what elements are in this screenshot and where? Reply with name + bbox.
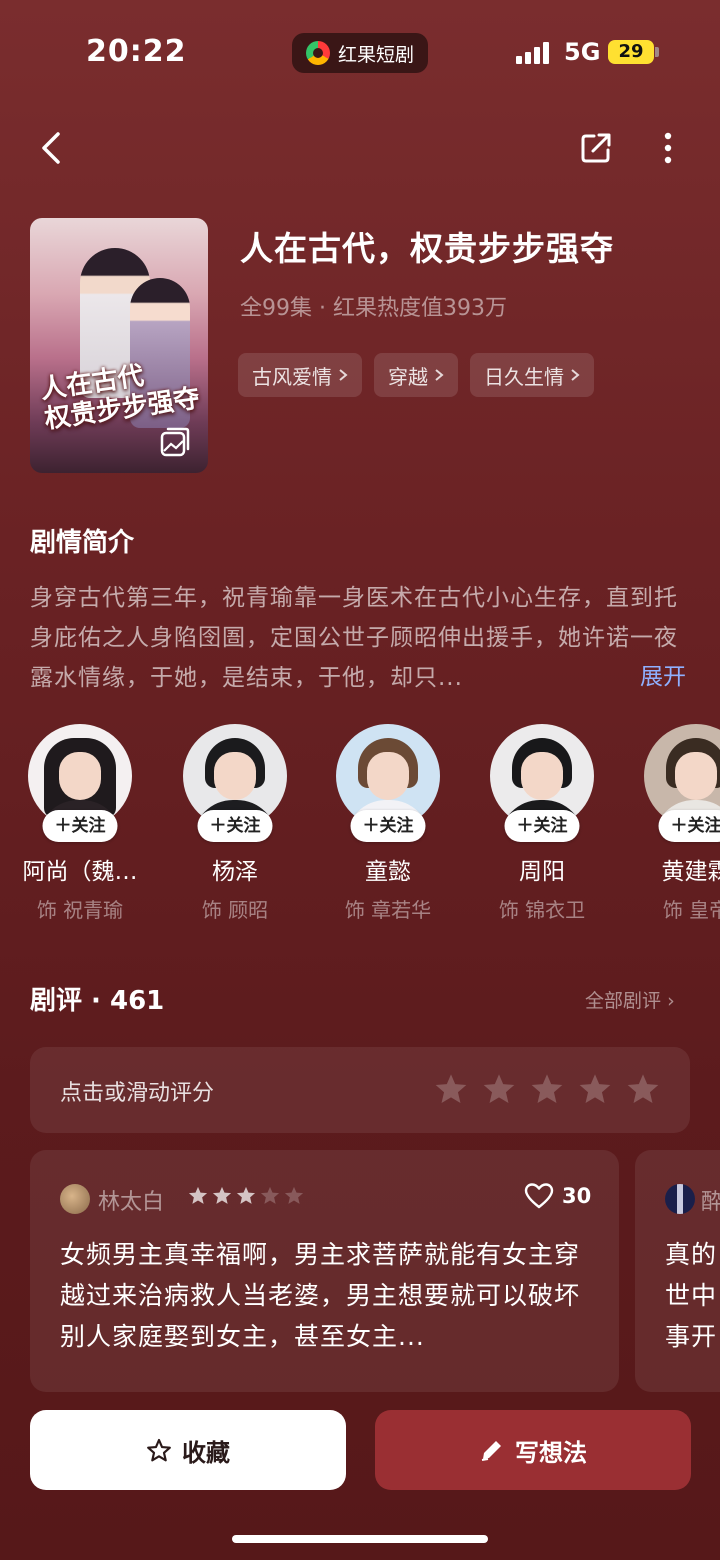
chevron-right-icon: [571, 369, 580, 381]
write-thoughts-button[interactable]: 写想法: [375, 1410, 691, 1490]
tag-chip[interactable]: 穿越: [374, 353, 458, 397]
review-text: 真的世中事开: [665, 1240, 717, 1351]
chevron-right-icon: ›: [667, 990, 675, 1012]
follow-button[interactable]: ＋关注: [197, 810, 273, 842]
star-filled-icon: [236, 1186, 256, 1204]
cast-role: 饰 顾昭: [201, 898, 269, 922]
cast-role: 饰 锦衣卫: [498, 898, 586, 922]
app-logo-icon: [305, 41, 330, 65]
star-empty-icon: [284, 1186, 304, 1204]
review-rating: [188, 1186, 304, 1205]
follow-button[interactable]: ＋关注: [350, 810, 426, 842]
gallery-button[interactable]: [158, 425, 192, 459]
app-indicator[interactable]: 红果短剧: [292, 33, 428, 73]
review-card[interactable]: 林太白 30 女频男主真幸福啊，男主求菩萨就能有女主穿越过来治病救人当老婆，男主…: [30, 1150, 619, 1392]
star-filled-icon: [212, 1186, 232, 1204]
plus-icon: ＋: [209, 816, 227, 836]
cast-name: 杨泽: [212, 859, 258, 885]
heart-icon: [524, 1183, 554, 1209]
more-button[interactable]: [646, 126, 690, 170]
star-filled-icon: [188, 1186, 208, 1204]
chevron-right-icon: [435, 369, 444, 381]
follow-button[interactable]: ＋关注: [504, 810, 580, 842]
star-icon[interactable]: [434, 1073, 468, 1105]
reviewer-name[interactable]: 酔: [701, 1184, 720, 1216]
pencil-icon: [481, 1441, 501, 1461]
star-outline-icon: [147, 1438, 171, 1461]
battery-level: 29: [618, 41, 644, 62]
tag-chip[interactable]: 古风爱情: [238, 353, 362, 397]
chevron-right-icon: [339, 369, 348, 381]
synopsis-heading: 剧情简介: [30, 528, 135, 558]
network-type: 5G: [564, 38, 601, 66]
cast-role: 饰 祝青瑜: [36, 898, 124, 922]
expand-link[interactable]: 展开: [640, 657, 686, 691]
cast-name: 周阳: [519, 859, 565, 885]
battery-tip: [655, 47, 659, 57]
cast-name: 黄建霖: [661, 859, 720, 885]
follow-button[interactable]: ＋关注: [658, 810, 720, 842]
tag-chip[interactable]: 日久生情: [470, 353, 594, 397]
drama-meta: 全99集 · 红果热度值393万: [240, 296, 507, 321]
reviews-heading: 剧评 · 461: [30, 986, 165, 1016]
star-icon[interactable]: [626, 1073, 660, 1105]
cast-name: 阿尚（魏…: [22, 859, 138, 885]
rating-stars[interactable]: [434, 1073, 660, 1105]
plus-icon: ＋: [362, 816, 380, 836]
gallery-icon: [160, 427, 190, 457]
star-icon[interactable]: [482, 1073, 516, 1105]
star-icon[interactable]: [530, 1073, 564, 1105]
chevron-left-icon: [42, 132, 60, 164]
cast-member[interactable]: ＋关注 周阳 饰 锦衣卫: [467, 722, 617, 923]
battery-icon: 29: [608, 40, 654, 64]
app-name: 红果短剧: [337, 43, 414, 66]
cast-name: 童懿: [365, 859, 411, 885]
reviewer-name[interactable]: 林太白: [98, 1184, 164, 1216]
cast-role: 饰 章若华: [344, 898, 432, 922]
back-button[interactable]: [30, 126, 74, 170]
home-indicator[interactable]: [232, 1535, 488, 1543]
drama-title: 人在古代，权贵步步强夺: [240, 229, 614, 268]
cast-member[interactable]: ＋关注 童懿 饰 章若华: [313, 722, 463, 923]
plus-icon: ＋: [670, 816, 688, 836]
cast-member[interactable]: ＋关注 黄建霖 饰 皇帝: [621, 722, 720, 923]
rating-bar[interactable]: 点击或滑动评分: [30, 1047, 690, 1133]
review-text: 女频男主真幸福啊，男主求菩萨就能有女主穿越过来治病救人当老婆，男主想要就可以破坏…: [60, 1240, 581, 1351]
cast-list: ＋关注 阿尚（魏… 饰 祝青瑜 ＋关注 杨泽 饰 顾昭 ＋关注 童懿 饰 章若华…: [0, 722, 720, 932]
rate-prompt: 点击或滑动评分: [60, 1081, 215, 1106]
like-count: 30: [562, 1183, 592, 1208]
tag-list: 古风爱情 穿越 日久生情: [238, 353, 594, 397]
cast-member[interactable]: ＋关注 杨泽 饰 顾昭: [160, 722, 310, 923]
status-time: 20:22: [86, 34, 187, 69]
favorite-button[interactable]: 收藏: [30, 1410, 346, 1490]
reviewer-avatar[interactable]: [665, 1184, 695, 1214]
reviewer-avatar[interactable]: [60, 1184, 90, 1214]
share-icon: [581, 133, 611, 163]
cast-member[interactable]: ＋关注 阿尚（魏… 饰 祝青瑜: [5, 722, 155, 923]
review-card[interactable]: 酔 真的世中事开: [635, 1150, 720, 1392]
plus-icon: ＋: [54, 816, 72, 836]
star-empty-icon: [260, 1186, 280, 1204]
synopsis-text: 身穿古代第三年，祝青瑜靠一身医术在古代小心生存，直到托身庇佑之人身陷囹圄，定国公…: [30, 585, 678, 691]
star-icon[interactable]: [578, 1073, 612, 1105]
plus-icon: ＋: [516, 816, 534, 836]
more-vertical-icon: [664, 132, 672, 164]
follow-button[interactable]: ＋关注: [42, 810, 118, 842]
like-button[interactable]: 30: [524, 1182, 591, 1209]
share-button[interactable]: [574, 126, 618, 170]
cast-role: 饰 皇帝: [662, 898, 720, 922]
all-reviews-link[interactable]: 全部剧评 ›: [585, 986, 675, 1013]
signal-icon: [516, 42, 549, 64]
